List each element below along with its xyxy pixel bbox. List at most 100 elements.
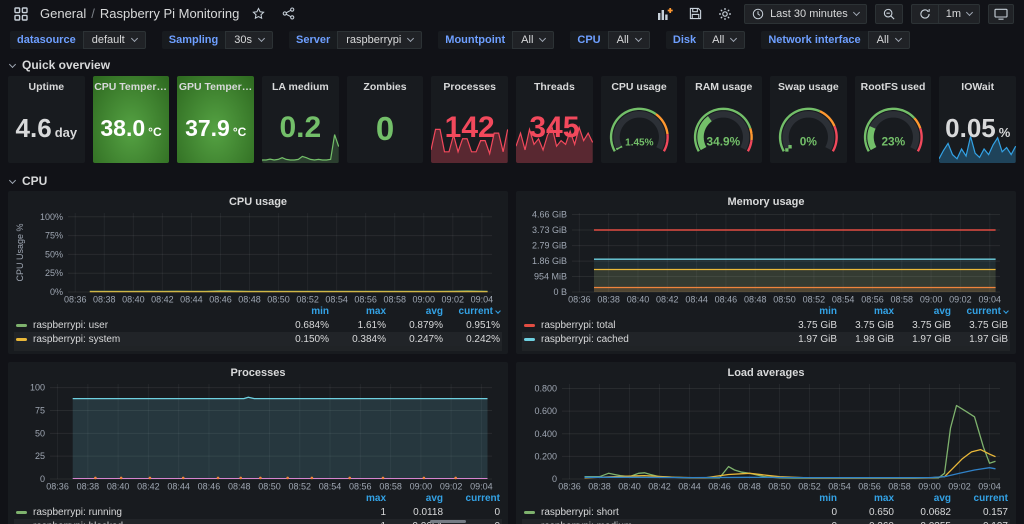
legend-header-avg[interactable]: avg — [386, 306, 443, 317]
legend-row-raspberrypi-user: raspberrypi: user0.684%1.61%0.879%0.951% — [14, 318, 502, 332]
stat-title-gpu-temperat[interactable]: GPU Temperat... — [179, 81, 253, 93]
stat-number: 0.05 — [945, 115, 996, 141]
row-header-cpu[interactable]: CPU — [0, 170, 1024, 191]
chart-cpu-usage[interactable]: 08:3608:3808:4008:4208:4408:4608:4808:50… — [14, 209, 502, 305]
stat-title-ram-usage[interactable]: RAM usage — [695, 81, 752, 93]
graph-panel-title-load-averages[interactable]: Load averages — [516, 362, 1016, 380]
legend-header-min[interactable]: min — [272, 306, 329, 317]
stat-title-iowait[interactable]: IOWait — [961, 81, 994, 93]
svg-text:08:50: 08:50 — [267, 295, 290, 305]
stat-title-threads[interactable]: Threads — [534, 81, 575, 93]
legend-header-current[interactable]: current — [951, 493, 1008, 504]
legend-header-max[interactable]: max — [837, 493, 894, 504]
panel-add-icon[interactable] — [654, 4, 676, 24]
chart-load-averages[interactable]: 08:3608:3808:4008:4208:4408:4608:4808:50… — [522, 380, 1010, 492]
graph-panel-load-averages: Load averages08:3608:3808:4008:4208:4408… — [516, 362, 1016, 524]
svg-text:09:04: 09:04 — [978, 482, 1001, 492]
graph-panel-title-memory-usage[interactable]: Memory usage — [516, 191, 1016, 209]
stat-title-cpu-temperat[interactable]: CPU Temperat... — [94, 81, 168, 93]
svg-text:08:54: 08:54 — [828, 482, 851, 492]
legend-row-raspberrypi-total: raspberrypi: total3.75 GiB3.75 GiB3.75 G… — [522, 318, 1010, 332]
svg-text:08:44: 08:44 — [685, 295, 708, 305]
zoom-out-button[interactable] — [875, 4, 903, 24]
time-range-picker[interactable]: Last 30 minutes — [744, 4, 867, 24]
legend-row-raspberrypi-system: raspberrypi: system0.150%0.384%0.247%0.2… — [14, 332, 502, 346]
zoom-out-icon — [883, 8, 895, 20]
svg-text:09:04: 09:04 — [978, 295, 1001, 305]
legend-header-max[interactable]: max — [837, 306, 894, 317]
dashboards-grid-icon[interactable] — [10, 4, 32, 24]
legend-header-current[interactable]: current — [443, 493, 500, 504]
stat-body: 23% — [855, 93, 932, 163]
svg-text:08:46: 08:46 — [708, 482, 731, 492]
legend-header-current[interactable]: current — [951, 306, 1008, 317]
legend-series-raspberrypi-system[interactable]: raspberrypi: system — [16, 334, 272, 345]
stat-title-la-medium[interactable]: LA medium — [272, 81, 329, 93]
stat-title-uptime[interactable]: Uptime — [29, 81, 65, 93]
refresh-interval-dropdown[interactable]: 1m — [938, 4, 980, 24]
svg-text:08:40: 08:40 — [627, 295, 650, 305]
row-header-quick-overview[interactable]: Quick overview — [0, 54, 1024, 75]
legend-header-current[interactable]: current — [443, 306, 500, 317]
variable-value-cpu[interactable]: All — [608, 31, 650, 49]
variable-value-network-interface[interactable]: All — [868, 31, 910, 49]
variable-label-datasource: datasource — [10, 31, 83, 49]
stat-panel-la-medium: LA medium 0.2 — [262, 76, 339, 163]
stat-title-cpu-usage[interactable]: CPU usage — [611, 81, 666, 93]
legend-series-raspberrypi-blocked[interactable]: raspberrypi: blocked — [16, 521, 329, 524]
graph-panel-title-cpu-usage[interactable]: CPU usage — [8, 191, 508, 209]
svg-text:08:52: 08:52 — [798, 482, 821, 492]
legend-header-max[interactable]: max — [329, 306, 386, 317]
stats-row: Uptime4.6dayCPU Temperat...38.0°CGPU Tem… — [0, 75, 1024, 170]
legend-value-max: 3.75 GiB — [837, 320, 894, 331]
legend-series-raspberrypi-user[interactable]: raspberrypi: user — [16, 320, 272, 331]
legend-series-raspberrypi-short[interactable]: raspberrypi: short — [524, 507, 780, 518]
legend-header-avg[interactable]: avg — [894, 306, 951, 317]
variable-value-sampling[interactable]: 30s — [225, 31, 273, 49]
refresh-button[interactable] — [911, 4, 938, 24]
graph-panel-title-processes[interactable]: Processes — [8, 362, 508, 380]
svg-text:09:00: 09:00 — [410, 482, 433, 492]
variable-value-server[interactable]: raspberrypi — [337, 31, 422, 49]
legend-header-avg[interactable]: avg — [894, 493, 951, 504]
breadcrumb-title[interactable]: Raspberry Pi Monitoring — [100, 6, 239, 21]
svg-text:1.45%: 1.45% — [625, 137, 654, 148]
sort-chevron-icon — [1003, 308, 1009, 314]
stat-panel-threads: Threads345 — [516, 76, 593, 163]
stat-body: 345 — [516, 93, 593, 163]
share-icon[interactable] — [277, 4, 299, 24]
variable-value-mountpoint[interactable]: All — [512, 31, 554, 49]
legend-header-max[interactable]: max — [329, 493, 386, 504]
refresh-interval-label: 1m — [946, 8, 961, 20]
stat-title-rootfs-used[interactable]: RootFS used — [861, 81, 926, 93]
svg-text:0%: 0% — [50, 287, 63, 297]
star-icon[interactable] — [247, 4, 269, 24]
legend-load-averages: minmaxavgcurrentraspberrypi: short00.650… — [516, 492, 1016, 524]
stat-title-swap-usage[interactable]: Swap usage — [778, 81, 839, 93]
legend-header-avg[interactable]: avg — [386, 493, 443, 504]
stat-value: 0.2 — [279, 113, 321, 143]
variable-label-mountpoint: Mountpoint — [438, 31, 512, 49]
legend-series-raspberrypi-running[interactable]: raspberrypi: running — [16, 507, 329, 518]
legend-header-min[interactable]: min — [780, 493, 837, 504]
save-icon[interactable] — [684, 4, 706, 24]
stat-title-processes[interactable]: Processes — [443, 81, 496, 93]
legend-series-raspberrypi-cached[interactable]: raspberrypi: cached — [524, 334, 780, 345]
chart-processes[interactable]: 08:3608:3808:4008:4208:4408:4608:4808:50… — [14, 380, 502, 492]
tv-kiosk-button[interactable] — [988, 4, 1014, 24]
gauge-chart: 1.45% — [601, 98, 678, 158]
variable-value-datasource[interactable]: default — [83, 31, 146, 49]
chart-memory-usage[interactable]: 08:3608:3808:4008:4208:4408:4608:4808:50… — [522, 209, 1010, 305]
scrollbar-thumb[interactable] — [430, 520, 466, 523]
stat-title-zombies[interactable]: Zombies — [363, 81, 406, 93]
svg-text:08:48: 08:48 — [238, 295, 261, 305]
legend-series-raspberrypi-total[interactable]: raspberrypi: total — [524, 320, 780, 331]
legend-header-min[interactable]: min — [780, 306, 837, 317]
breadcrumb-section[interactable]: General — [40, 6, 86, 21]
svg-text:09:00: 09:00 — [918, 482, 941, 492]
settings-icon[interactable] — [714, 4, 736, 24]
stat-number: 38.0 — [100, 117, 145, 140]
variable-value-disk[interactable]: All — [703, 31, 745, 49]
legend-series-raspberrypi-medium[interactable]: raspberrypi: medium — [524, 521, 780, 524]
svg-text:08:36: 08:36 — [558, 482, 581, 492]
